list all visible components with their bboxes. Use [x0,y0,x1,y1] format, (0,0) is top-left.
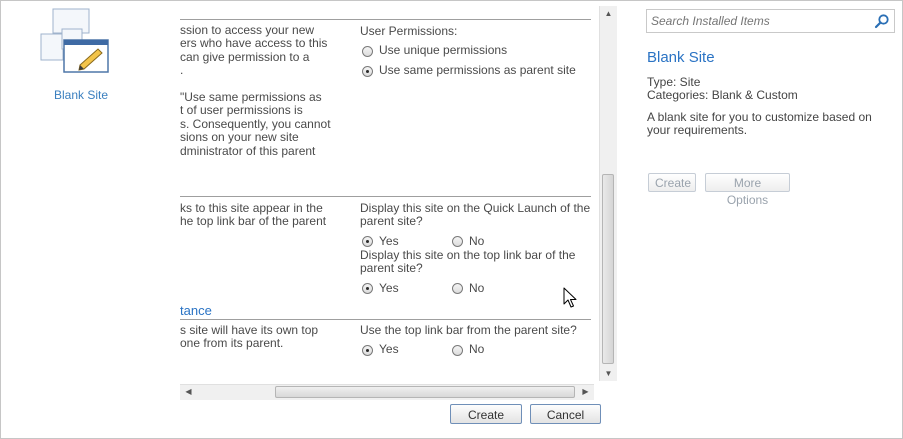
permissions-question: User Permissions: [360,24,458,38]
template-tile-label: Blank Site [53,88,109,102]
site-template-icon [40,8,109,73]
inherit-top-link-question: Use the top link bar from the parent sit… [360,323,577,337]
inherit-yes-option[interactable]: Yes [362,342,399,357]
scroll-left-arrow-icon[interactable]: ◀ [180,385,197,399]
unique-permissions-radio[interactable] [362,45,373,57]
scroll-down-arrow-icon[interactable]: ▼ [600,366,617,381]
cancel-button[interactable]: Cancel [530,404,601,424]
same-permissions-radio[interactable] [362,65,373,77]
quick-launch-yes-label: Yes [379,233,399,248]
top-link-yes-label: Yes [379,280,399,295]
top-link-question: Display this site on the top link bar of… [360,248,576,276]
top-link-no-label: No [469,280,485,295]
top-link-no-radio[interactable] [452,283,463,295]
section-divider [180,319,591,320]
search-box [646,9,895,33]
search-input[interactable] [647,10,875,32]
quick-launch-question: Display this site on the Quick Launch of… [360,201,591,229]
more-options-button[interactable]: More Options [705,173,790,207]
details-title: Blank Site [647,49,715,66]
quick-launch-no-label: No [469,233,485,248]
options-form-viewport: ssion to access your new ers who have ac… [180,6,598,380]
unique-permissions-option[interactable]: Use unique permissions [360,42,592,60]
top-link-control: Display this site on the top link bar of… [360,248,592,298]
top-link-yes-radio[interactable] [362,283,373,295]
horizontal-scrollbar[interactable]: ◀ ▶ [180,384,594,400]
details-create-button[interactable]: Create [648,173,696,192]
inherit-no-label: No [469,342,485,357]
quick-launch-control: Display this site on the Quick Launch of… [360,201,592,251]
details-description: A blank site for you to customize based … [647,110,872,137]
inherit-no-radio[interactable] [452,344,463,356]
section-divider [180,19,591,20]
quick-launch-yes-radio[interactable] [362,236,373,248]
inherit-top-link-control: Use the top link bar from the parent sit… [360,323,592,359]
magnifier-icon[interactable] [874,13,890,29]
inherit-yes-label: Yes [379,342,399,357]
quick-launch-no-option[interactable]: No [452,233,485,248]
vertical-scrollbar[interactable]: ▲ ▼ [599,6,617,381]
navigation-description: ks to this site appear in the he top lin… [180,202,327,229]
horizontal-scroll-thumb[interactable] [275,386,575,398]
quick-launch-yes-option[interactable]: Yes [362,233,399,248]
section-divider [180,196,591,197]
details-type: Type: Site [647,75,701,89]
mouse-pointer-icon [563,287,577,308]
vertical-scroll-thumb[interactable] [602,174,614,364]
top-link-no-option[interactable]: No [452,280,485,295]
permissions-description: ssion to access your new ers who have ac… [180,24,331,158]
same-permissions-option[interactable]: Use same permissions as parent site [360,62,592,80]
details-categories: Categories: Blank & Custom [647,88,798,102]
permissions-control: User Permissions: Use unique permissions… [360,24,592,80]
unique-permissions-label: Use unique permissions [379,43,508,58]
scroll-right-arrow-icon[interactable]: ▶ [577,385,594,399]
inherit-top-link-radio-group: Yes No [360,341,592,359]
inheritance-heading: tance [180,303,212,318]
inheritance-description: s site will have its own top one from it… [180,324,319,351]
top-link-radio-group: Yes No [360,280,592,298]
inherit-yes-radio[interactable] [362,344,373,356]
same-permissions-label: Use same permissions as parent site [379,63,576,78]
scroll-up-arrow-icon[interactable]: ▲ [600,6,617,21]
quick-launch-no-radio[interactable] [452,236,463,248]
create-button[interactable]: Create [450,404,522,424]
inherit-no-option[interactable]: No [452,342,485,357]
top-link-yes-option[interactable]: Yes [362,280,399,295]
